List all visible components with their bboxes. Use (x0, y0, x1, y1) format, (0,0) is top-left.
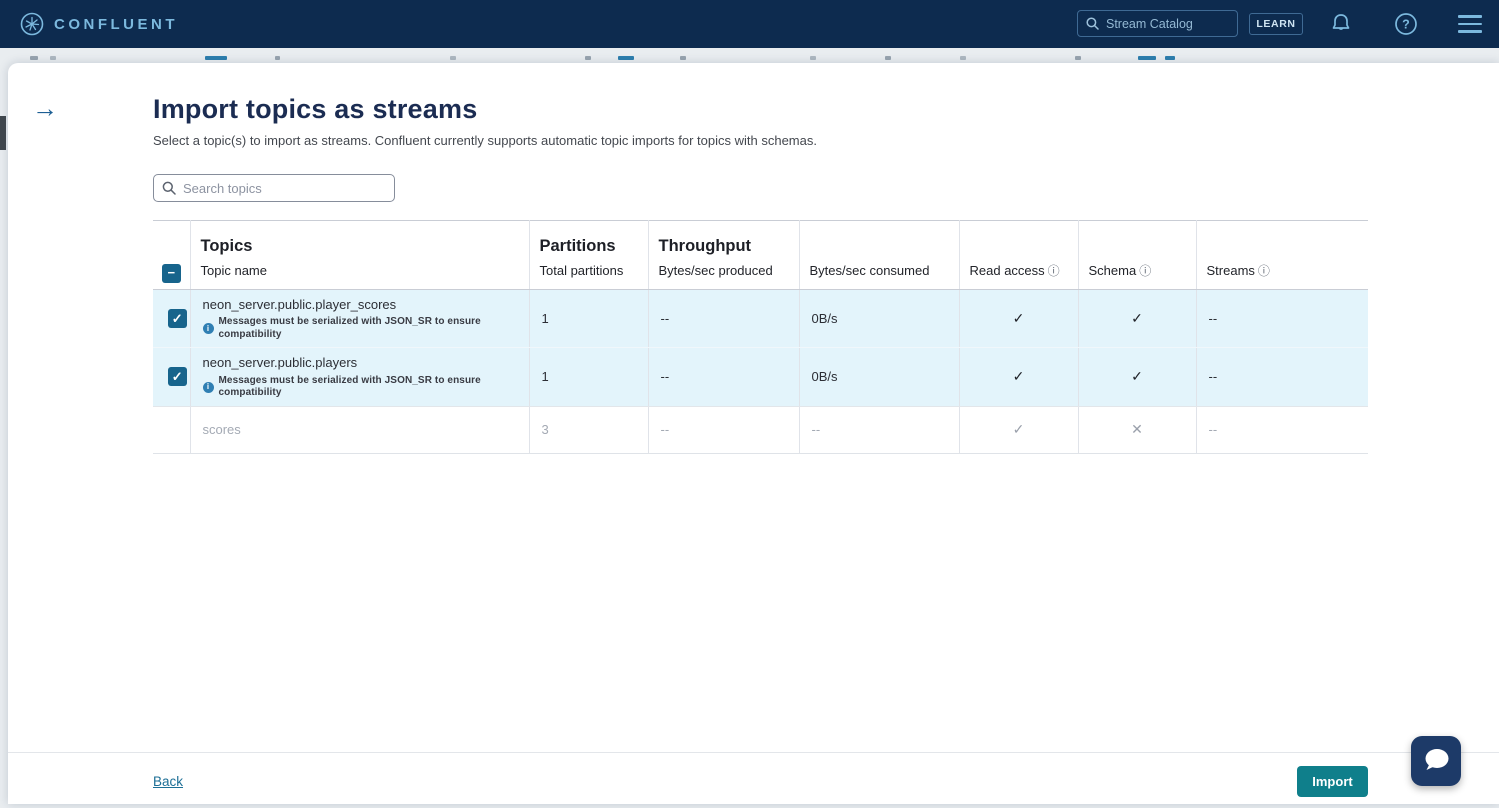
page-title: Import topics as streams (153, 94, 1368, 125)
streams-value: -- (1196, 290, 1368, 348)
speech-bubble-icon (1421, 747, 1451, 775)
forward-arrow-icon[interactable]: → (32, 95, 58, 121)
notifications-bell-icon[interactable] (1326, 0, 1356, 48)
col-streams: Streamsⓘ (1196, 259, 1368, 290)
topic-name: neon_server.public.player_scores (203, 297, 529, 313)
col-read-access: Read accessⓘ (959, 259, 1078, 290)
col-total-partitions: Total partitions (529, 259, 648, 290)
produced-value: -- (648, 348, 799, 406)
partitions-value: 3 (529, 406, 648, 453)
produced-value: -- (648, 406, 799, 453)
group-header-topics: Topics (190, 221, 529, 259)
chat-widget-button[interactable] (1411, 736, 1461, 786)
search-icon (162, 181, 176, 195)
streams-value: -- (1196, 406, 1368, 453)
collapsed-sidebar-handle[interactable] (0, 116, 6, 150)
col-bytes-produced: Bytes/sec produced (648, 259, 799, 290)
group-header-throughput: Throughput (648, 221, 799, 259)
import-topics-panel: → Import topics as streams Select a topi… (8, 63, 1499, 804)
consumed-value: -- (799, 406, 959, 453)
footer-divider (8, 752, 1499, 753)
topic-search-input[interactable] (183, 181, 373, 196)
serialization-note: i Messages must be serialized with JSON_… (203, 375, 529, 400)
table-row-disabled: scores 3 -- -- ✓ ✕ -- (153, 406, 1368, 453)
stream-catalog-search[interactable] (1077, 10, 1238, 37)
topic-search-box[interactable] (153, 174, 395, 202)
col-bytes-consumed: Bytes/sec consumed (799, 259, 959, 290)
partitions-value: 1 (529, 290, 648, 348)
schema-cross-icon: ✕ (1131, 421, 1143, 437)
search-icon (1086, 17, 1099, 30)
read-access-check-icon: ✓ (1013, 310, 1025, 326)
info-icon[interactable]: ⓘ (1258, 264, 1270, 278)
partitions-value: 1 (529, 348, 648, 406)
help-icon[interactable]: ? (1391, 0, 1421, 48)
produced-value: -- (648, 290, 799, 348)
confluent-starburst-icon (20, 12, 44, 36)
select-all-checkbox[interactable]: − (162, 264, 181, 283)
col-topic-name: Topic name (190, 259, 529, 290)
svg-text:?: ? (1402, 18, 1410, 32)
top-navbar: CONFLUENT LEARN ? (0, 0, 1499, 48)
serialization-note: i Messages must be serialized with JSON_… (203, 316, 529, 341)
back-link[interactable]: Back (153, 774, 183, 789)
schema-check-icon: ✓ (1131, 368, 1143, 384)
header-checkbox-spacer (153, 221, 190, 259)
info-icon[interactable]: ⓘ (1139, 264, 1151, 278)
streams-value: -- (1196, 348, 1368, 406)
page-subtitle: Select a topic(s) to import as streams. … (153, 133, 1368, 148)
table-row[interactable]: ✓ neon_server.public.player_scores i Mes… (153, 290, 1368, 348)
read-access-check-icon: ✓ (1013, 421, 1025, 437)
group-header-partitions: Partitions (529, 221, 648, 259)
read-access-check-icon: ✓ (1013, 368, 1025, 384)
info-filled-icon: i (203, 382, 214, 393)
topics-table: Topics Partitions Throughput − Topic nam… (153, 220, 1368, 454)
brand-wordmark: CONFLUENT (54, 16, 178, 33)
stream-catalog-input[interactable] (1106, 17, 1216, 31)
table-row[interactable]: ✓ neon_server.public.players i Messages … (153, 348, 1368, 406)
hamburger-menu-icon[interactable] (1455, 0, 1485, 48)
info-filled-icon: i (203, 323, 214, 334)
row-checkbox[interactable]: ✓ (168, 367, 187, 386)
breadcrumb (30, 56, 1230, 62)
row-checkbox[interactable]: ✓ (168, 309, 187, 328)
info-icon[interactable]: ⓘ (1048, 264, 1060, 278)
consumed-value: 0B/s (799, 348, 959, 406)
topic-name: scores (203, 422, 241, 437)
learn-button[interactable]: LEARN (1249, 13, 1303, 35)
schema-check-icon: ✓ (1131, 310, 1143, 326)
topic-name: neon_server.public.players (203, 355, 529, 371)
confluent-logo[interactable]: CONFLUENT (20, 12, 178, 36)
import-button[interactable]: Import (1297, 766, 1368, 797)
col-schema: Schemaⓘ (1078, 259, 1196, 290)
consumed-value: 0B/s (799, 290, 959, 348)
